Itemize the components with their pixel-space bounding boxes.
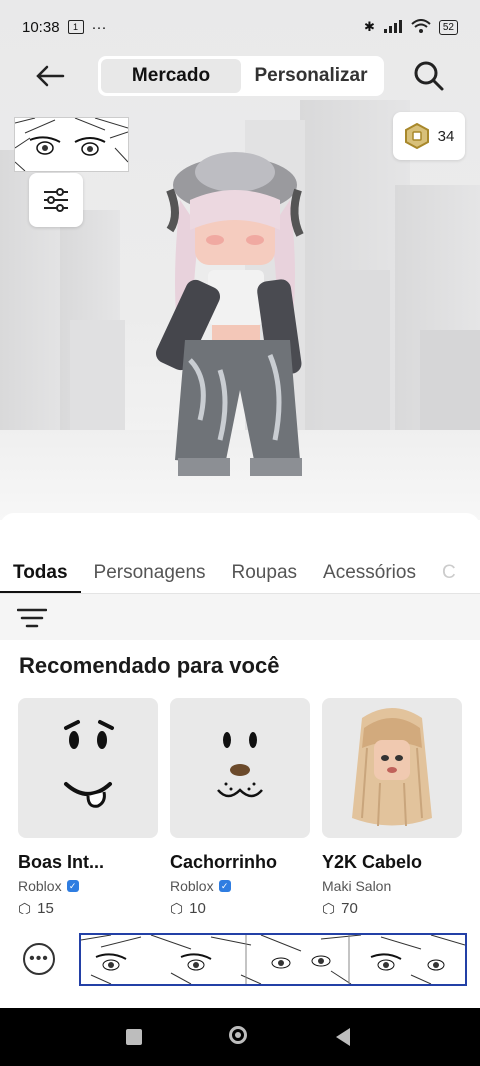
clock: 10:38 — [22, 18, 60, 36]
item-creator: Roblox ✓ — [170, 878, 310, 894]
adjust-button[interactable] — [29, 173, 83, 227]
price-value: 10 — [189, 900, 206, 914]
verified-badge-icon: ✓ — [66, 880, 79, 892]
creator-name: Maki Salon — [322, 878, 392, 894]
item-name: Cachorrinho — [170, 852, 278, 872]
creator-name: Roblox — [170, 878, 214, 894]
tab-roupas[interactable]: Roupas — [219, 553, 311, 593]
recommended-list: Boas Int... Roblox ✓ ⬡ 15 Cachorrinho Ro… — [18, 698, 462, 914]
item-price: ⬡ 70 — [322, 900, 462, 914]
blonde-hair-image — [352, 708, 432, 827]
tab-mercado[interactable]: Mercado — [101, 59, 241, 93]
wifi-icon — [411, 18, 431, 36]
more-notifications-icon: ··· — [91, 18, 107, 36]
manga-banner-image — [79, 933, 467, 986]
item-price: ⬡ 15 — [18, 900, 158, 914]
search-icon — [414, 61, 444, 91]
home-button[interactable] — [229, 1026, 247, 1044]
item-thumbnail[interactable] — [322, 698, 462, 838]
robux-balance[interactable]: 34 — [393, 112, 465, 160]
item-card[interactable]: Cachorrinho Roblox ✓ ⬡ 10 — [170, 698, 310, 914]
system-back-button[interactable] — [336, 1028, 350, 1046]
puppy-face-image — [217, 732, 263, 798]
robux-icon: ⬡ — [322, 901, 336, 914]
tab-todas[interactable]: Todas — [0, 553, 81, 593]
section-title: Recomendado para você — [19, 653, 280, 678]
battery-icon: 52 — [438, 19, 458, 35]
tab-more[interactable]: C — [429, 553, 469, 593]
bluetooth-icon: ✱ — [363, 19, 375, 34]
item-creator: Roblox ✓ — [18, 878, 158, 894]
back-button[interactable] — [30, 56, 70, 96]
item-name: Boas Int... — [18, 852, 105, 872]
face-tongue-image — [64, 720, 114, 808]
item-name: Y2K Cabelo — [322, 852, 423, 872]
item-card[interactable]: Boas Int... Roblox ✓ ⬡ 15 — [18, 698, 158, 914]
market-customize-toggle[interactable]: Mercado Personalizar — [98, 56, 384, 96]
avatar-character[interactable] — [150, 140, 320, 490]
item-thumbnail[interactable] — [18, 698, 158, 838]
recent-apps-button[interactable] — [126, 1029, 142, 1045]
price-value: 15 — [37, 900, 54, 914]
robux-amount: 34 — [437, 127, 455, 145]
tab-personagens[interactable]: Personagens — [81, 553, 219, 593]
item-creator: Maki Salon — [322, 878, 462, 894]
price-value: 70 — [341, 900, 358, 914]
more-options-button[interactable]: ••• — [23, 943, 55, 975]
sort-filter-button[interactable] — [16, 606, 48, 630]
arrow-left-icon — [36, 65, 65, 87]
sort-bar — [0, 594, 480, 640]
search-button[interactable] — [408, 55, 450, 97]
notification-icon: 1 — [67, 20, 84, 34]
robux-icon: ⬡ — [18, 901, 32, 914]
category-tabs: Todas Personagens Roupas Acessórios C — [0, 553, 480, 593]
verified-badge-icon: ✓ — [218, 880, 231, 892]
system-navigation-bar — [0, 1008, 480, 1066]
tab-acessorios[interactable]: Acessórios — [310, 553, 429, 593]
item-thumbnail[interactable] — [170, 698, 310, 838]
manga-overlay-image — [14, 117, 129, 172]
robux-icon — [404, 123, 429, 149]
creator-name: Roblox — [18, 878, 62, 894]
item-card[interactable]: Y2K Cabelo Maki Salon ⬡ 70 — [322, 698, 462, 914]
status-bar: 10:38 1 ··· ✱ 52 — [22, 12, 458, 42]
sliders-icon — [44, 188, 68, 212]
signal-icon — [383, 19, 403, 36]
robux-icon: ⬡ — [170, 901, 184, 914]
tab-personalizar[interactable]: Personalizar — [241, 59, 381, 93]
ellipsis-icon: ••• — [29, 950, 49, 967]
item-price: ⬡ 10 — [170, 900, 310, 914]
sort-icon — [16, 608, 48, 628]
